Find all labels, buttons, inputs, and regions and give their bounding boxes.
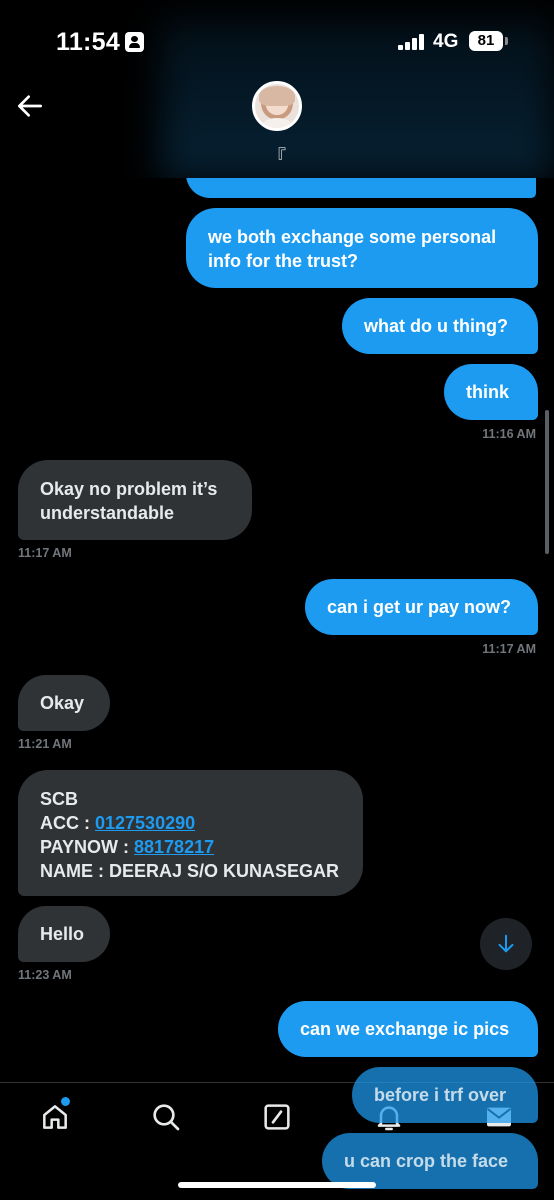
message-bubble-incoming-bank-details[interactable]: SCB ACC : 0127530290 PAYNOW : 88178217 N…: [18, 770, 363, 896]
message-bubble-outgoing[interactable]: before i trf over: [352, 1067, 538, 1123]
search-icon: [153, 1104, 180, 1131]
message-bubble-outgoing[interactable]: can i get ur pay now?: [305, 579, 538, 635]
nav-compose[interactable]: [261, 1101, 293, 1133]
message-text: before i trf over: [374, 1085, 507, 1105]
display-name[interactable]: 『: [0, 143, 554, 169]
nav-home[interactable]: [39, 1097, 71, 1133]
account-label: ACC :: [40, 813, 95, 833]
account-name: NAME : DEERAJ S/O KUNASEGAR: [40, 861, 340, 881]
battery-icon: 81: [469, 31, 503, 51]
message-bubble-outgoing[interactable]: we both exchange some personal info for …: [186, 208, 538, 288]
message-bubble-outgoing[interactable]: can we exchange ic pics: [278, 1001, 538, 1057]
message-text: understandable: [40, 503, 175, 523]
avatar[interactable]: [252, 81, 302, 131]
notification-dot: [61, 1097, 70, 1106]
network-label: 4G: [433, 31, 459, 52]
message-text: can i get ur pay now?: [327, 597, 512, 617]
message-text: we both exchange some personal: [208, 227, 497, 247]
bank-name: SCB: [40, 789, 79, 809]
conversation-thread: we both exchange some personal info for …: [0, 0, 554, 1200]
message-text: Hello: [40, 924, 85, 944]
account-number-link[interactable]: 0127530290: [95, 813, 195, 833]
signal-icon: [398, 34, 426, 50]
message-text: think: [466, 382, 509, 402]
scrollbar[interactable]: [545, 410, 549, 554]
message-text: info for the trust?: [208, 251, 358, 271]
arrow-left-icon: [18, 95, 42, 117]
message-text: what do u thing?: [364, 316, 508, 336]
message-bubble-incoming[interactable]: Okay no problem it’s understandable: [18, 460, 252, 540]
arrow-down-icon: [498, 934, 514, 953]
compose-icon: [264, 1104, 290, 1130]
nav-search[interactable]: [150, 1101, 182, 1133]
message-timestamp: 11:16 AM: [482, 427, 536, 441]
message-timestamp: 11:17 AM: [482, 642, 536, 656]
message-timestamp: 11:23 AM: [18, 968, 72, 982]
status-time: 11:54: [56, 28, 121, 56]
scroll-to-bottom-button[interactable]: [480, 918, 532, 970]
paynow-line: PAYNOW : 88178217: [40, 835, 341, 859]
message-text: can we exchange ic pics: [300, 1019, 510, 1039]
message-text: Okay: [40, 693, 85, 713]
message-text: u can crop the face: [344, 1151, 509, 1171]
message-bubble-outgoing[interactable]: think: [444, 364, 538, 420]
battery-tip: [505, 37, 508, 45]
message-bubble-outgoing[interactable]: u can crop the face: [322, 1133, 538, 1189]
back-button[interactable]: [14, 90, 46, 122]
status-bar: 11:54 4G 81: [0, 0, 554, 82]
paynow-label: PAYNOW :: [40, 837, 135, 857]
message-timestamp: 11:21 AM: [18, 737, 72, 751]
message-timestamp: 11:17 AM: [18, 546, 72, 560]
focus-mode-icon: [125, 32, 144, 52]
home-indicator: [178, 1182, 376, 1188]
message-bubble-outgoing[interactable]: what do u thing?: [342, 298, 538, 354]
paynow-number-link[interactable]: 88178217: [134, 837, 214, 857]
account-line: ACC : 0127530290: [40, 811, 341, 835]
message-text: Okay no problem it’s: [40, 479, 218, 499]
message-bubble-incoming[interactable]: Hello: [18, 906, 110, 962]
message-bubble-incoming[interactable]: Okay: [18, 675, 110, 731]
